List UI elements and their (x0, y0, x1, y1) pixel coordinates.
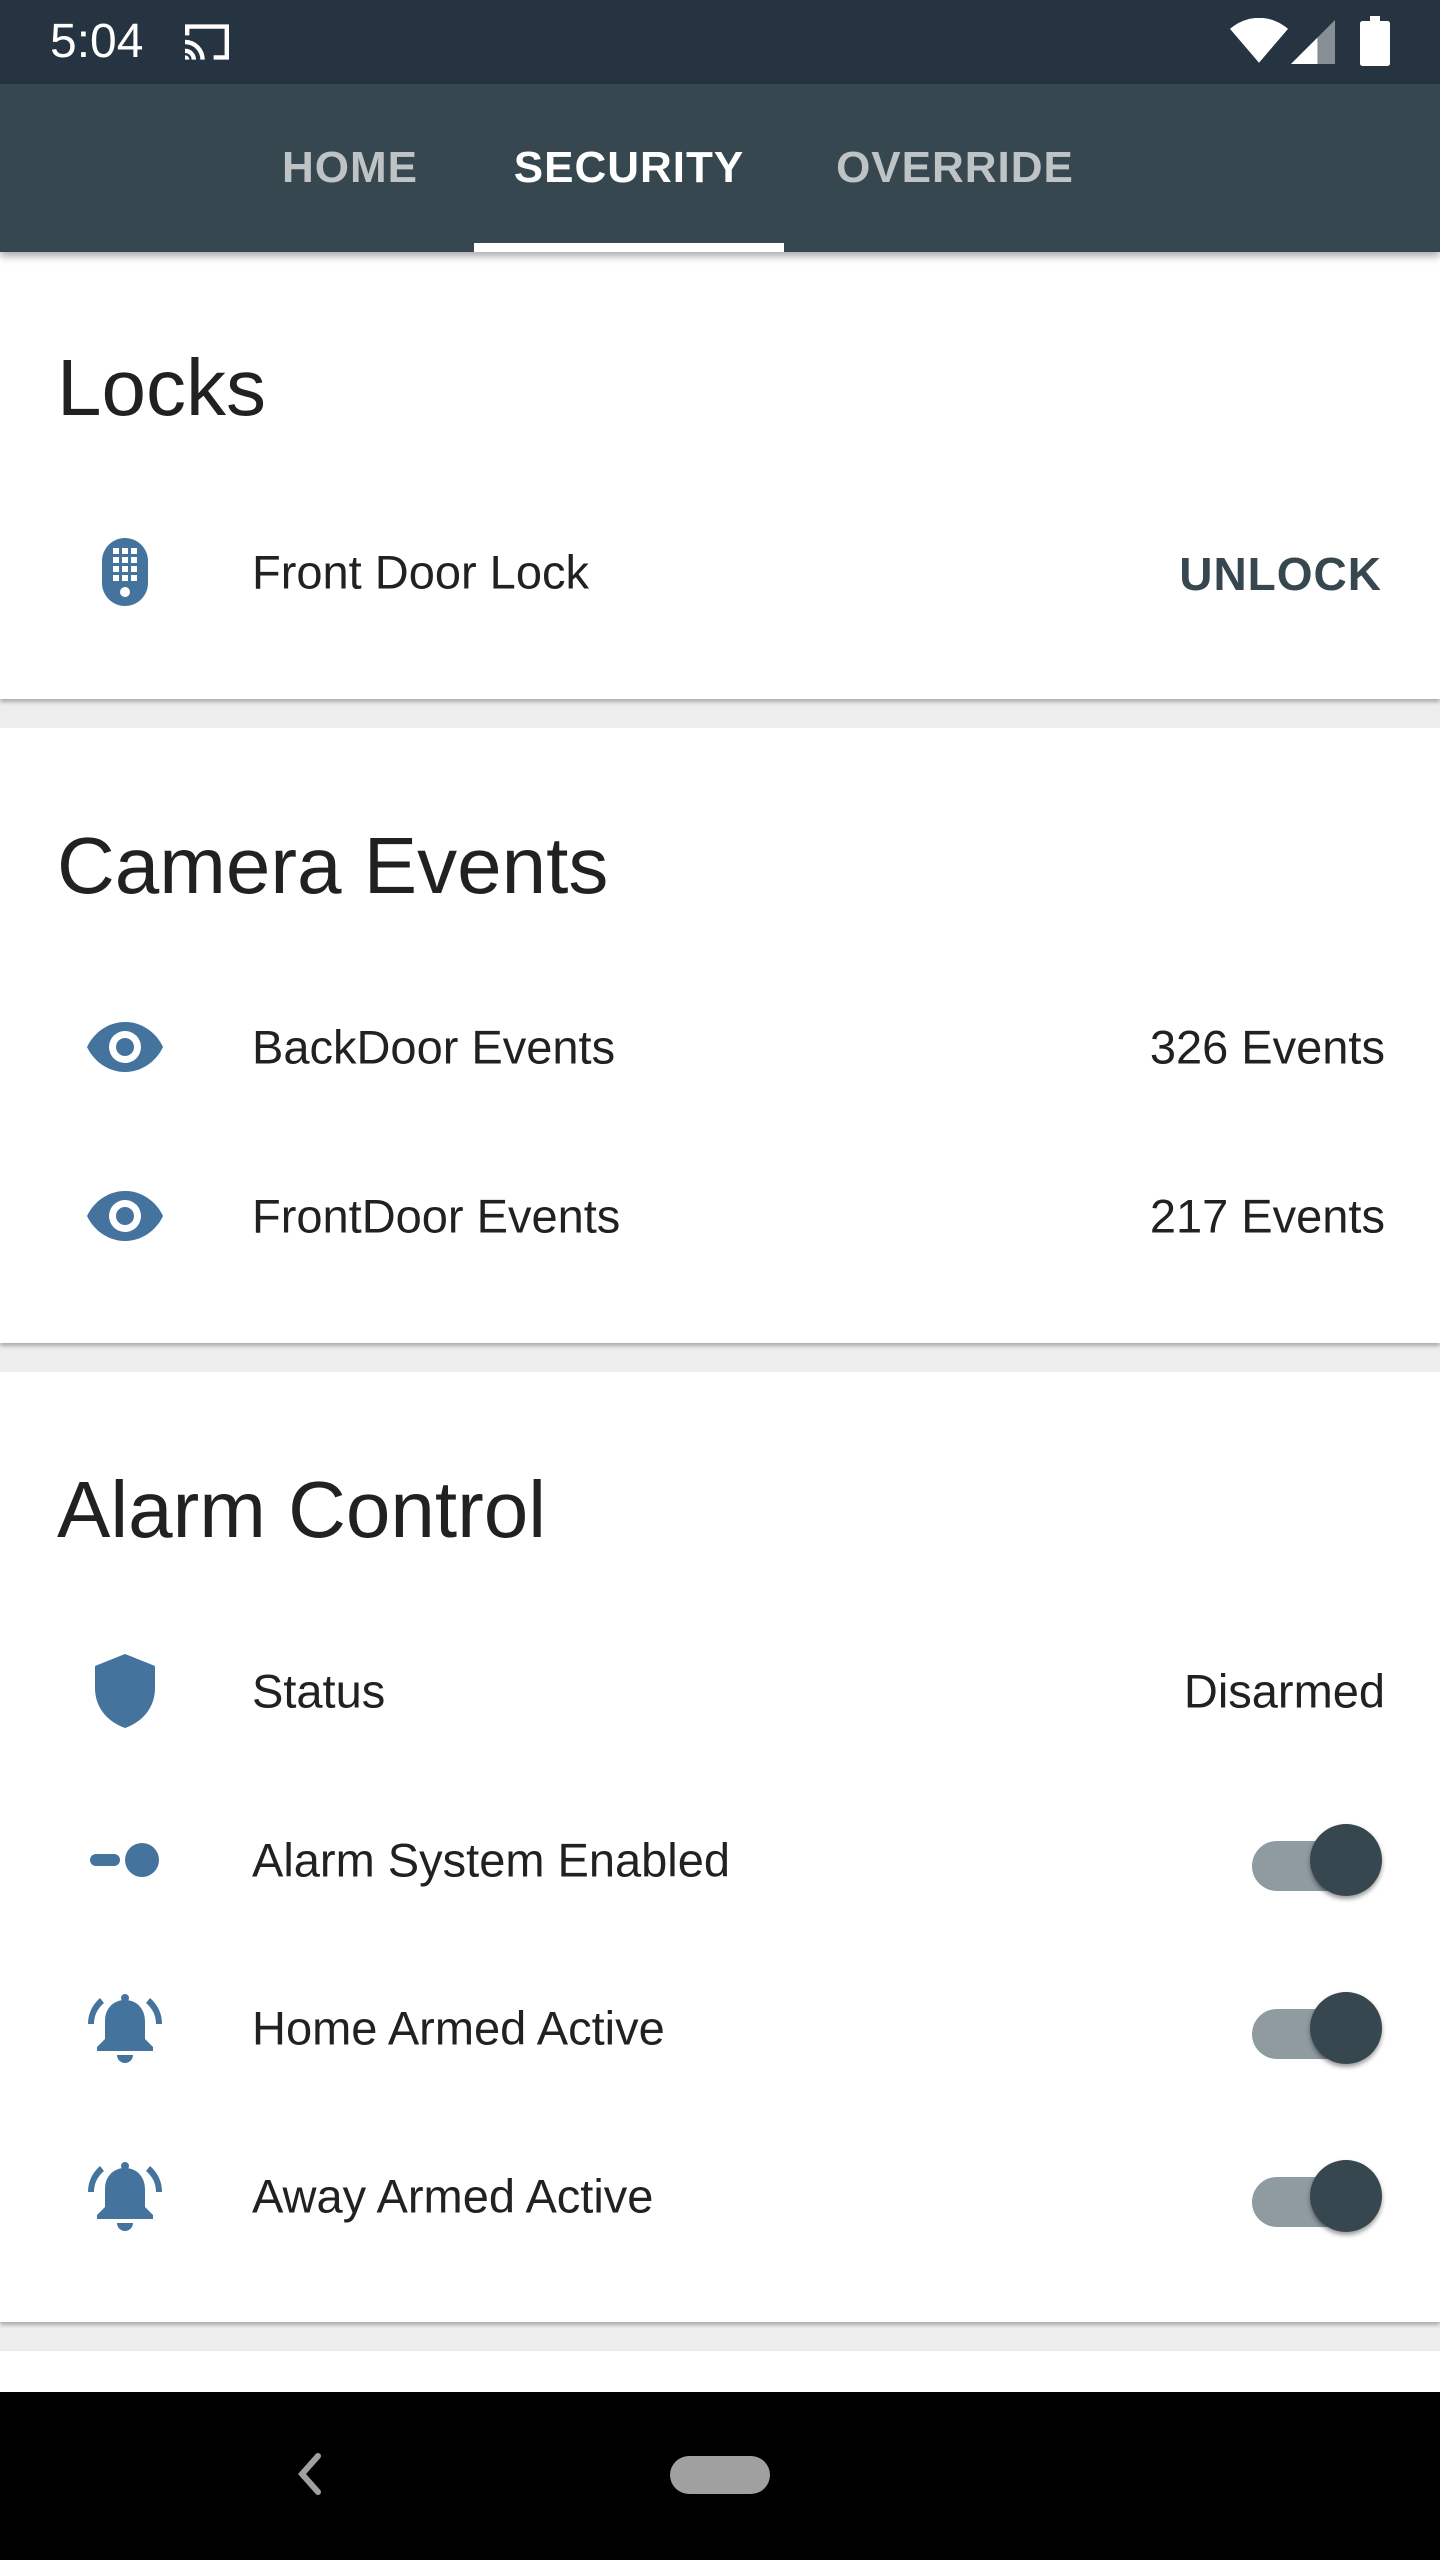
front-door-lock-label: Front Door Lock (252, 545, 589, 599)
front-door-lock-row[interactable]: Front Door Lock UNLOCK (0, 502, 1440, 642)
alarm-control-card: Alarm Control Status Disarmed Alarm Syst… (0, 1372, 1440, 2322)
switch-thumb (1310, 1824, 1382, 1896)
battery-icon (1360, 16, 1390, 71)
frontdoor-events-row[interactable]: FrontDoor Events 217 Events (0, 1146, 1440, 1286)
frontdoor-events-label: FrontDoor Events (252, 1189, 621, 1243)
tab-override[interactable]: OVERRIDE (810, 84, 1100, 252)
shield-icon (80, 1646, 170, 1736)
away-armed-active-switch[interactable] (1252, 2156, 1382, 2236)
bell-ringing-icon (80, 1983, 170, 2073)
backdoor-events-count: 326 Events (1149, 1020, 1385, 1074)
tab-home[interactable]: HOME (250, 84, 450, 252)
back-icon[interactable] (290, 2444, 330, 2509)
alarm-status-label: Status (252, 1664, 386, 1718)
signal-icon (1290, 20, 1336, 69)
away-armed-active-row[interactable]: Away Armed Active (0, 2126, 1440, 2266)
eye-icon (80, 1171, 170, 1261)
backdoor-events-row[interactable]: BackDoor Events 326 Events (0, 977, 1440, 1117)
switch-thumb (1310, 2160, 1382, 2232)
alarm-system-enabled-switch[interactable] (1252, 1820, 1382, 1900)
unlock-button[interactable]: UNLOCK (1179, 547, 1382, 601)
locks-title: Locks (57, 343, 266, 432)
alarm-control-title: Alarm Control (57, 1465, 547, 1554)
home-armed-active-row[interactable]: Home Armed Active (0, 1958, 1440, 2098)
camera-events-card: Camera Events BackDoor Events 326 Events… (0, 728, 1440, 1343)
wifi-icon (1230, 17, 1288, 69)
camera-events-title: Camera Events (57, 821, 609, 910)
tab-security[interactable]: SECURITY (474, 84, 784, 252)
frontdoor-events-count: 217 Events (1149, 1189, 1385, 1243)
away-armed-active-label: Away Armed Active (252, 2169, 654, 2223)
locks-card: Locks Front Door Lock UNLOCK (0, 252, 1440, 699)
home-armed-active-label: Home Armed Active (252, 2001, 665, 2055)
status-bar: 5:04 (0, 0, 1440, 84)
bell-ringing-icon (80, 2151, 170, 2241)
backdoor-events-label: BackDoor Events (252, 1020, 616, 1074)
active-tab-indicator (474, 243, 784, 252)
tab-bar: HOME SECURITY OVERRIDE (0, 84, 1440, 252)
cast-icon (180, 20, 234, 69)
keypad-lock-icon (80, 527, 170, 617)
alarm-status-value: Disarmed (1183, 1664, 1385, 1718)
home-armed-active-switch[interactable] (1252, 1988, 1382, 2068)
eye-icon (80, 1002, 170, 1092)
alarm-system-enabled-label: Alarm System Enabled (252, 1833, 731, 1887)
switch-thumb (1310, 1992, 1382, 2064)
navigation-bar (0, 2392, 1440, 2560)
alarm-status-row[interactable]: Status Disarmed (0, 1621, 1440, 1761)
home-pill-icon[interactable] (670, 2456, 770, 2494)
alarm-system-enabled-row[interactable]: Alarm System Enabled (0, 1790, 1440, 1930)
toggle-icon (80, 1815, 170, 1905)
status-time: 5:04 (50, 15, 144, 68)
